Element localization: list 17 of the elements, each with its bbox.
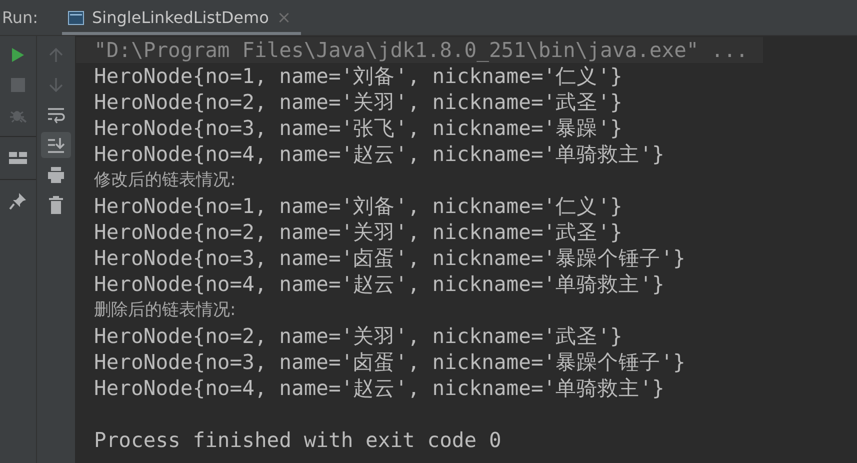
console-line: HeroNode{no=3, name='张飞', nickname='暴躁'} (93, 115, 624, 141)
console-line: HeroNode{no=1, name='刘备', nickname='仁义'} (93, 63, 624, 89)
run-label: Run: (1, 8, 40, 27)
console-line: HeroNode{no=4, name='赵云', nickname='单骑救主'} (93, 375, 666, 401)
console-line: HeroNode{no=2, name='关羽', nickname='武圣'} (93, 89, 624, 115)
console-line: 删除后的链表情况: (93, 299, 237, 322)
console-line: HeroNode{no=2, name='关羽', nickname='武圣'} (93, 323, 624, 349)
console-line: 修改后的链表情况: (93, 169, 237, 192)
console-line: Process finished with exit code 0 (93, 427, 502, 453)
console-line: HeroNode{no=4, name='赵云', nickname='单骑救主'} (93, 141, 666, 167)
console-line: HeroNode{no=4, name='赵云', nickname='单骑救主'} (93, 271, 666, 297)
console-line: HeroNode{no=1, name='刘备', nickname='仁义'} (93, 193, 624, 219)
console-line: HeroNode{no=3, name='卤蛋', nickname='暴躁个锤子'} (93, 349, 686, 375)
console-line: HeroNode{no=3, name='卤蛋', nickname='暴躁个锤子'} (93, 245, 686, 271)
console-icon (68, 10, 84, 24)
scroll-to-end-icon[interactable] (41, 132, 71, 158)
console-line: HeroNode{no=2, name='关羽', nickname='武圣'} (93, 219, 624, 245)
